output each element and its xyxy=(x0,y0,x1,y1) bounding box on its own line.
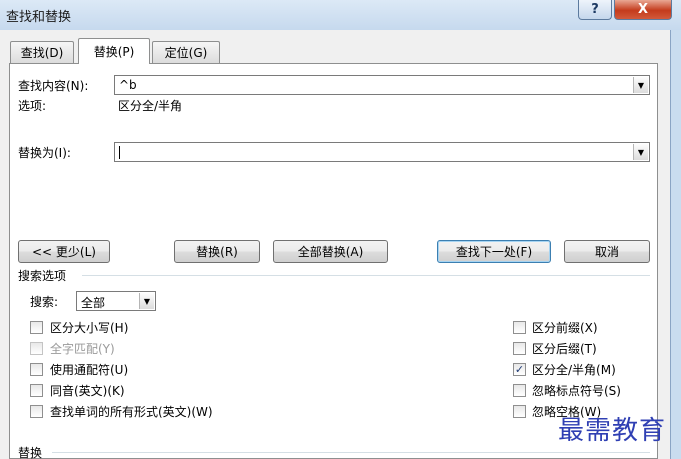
title-bar: 查找和替换 ? X xyxy=(0,0,681,30)
replace-panel: 查找内容(N): ^b ▼ 选项: 区分全/半角 替换为(I): ▼ << 更少… xyxy=(9,63,658,459)
replace-label: 替换为(I): xyxy=(18,146,71,160)
whole-word-label: 全字匹配(Y) xyxy=(50,342,115,356)
match-case-label: 区分大小写(H) xyxy=(50,321,129,335)
options-value: 区分全/半角 xyxy=(118,99,183,113)
search-direction-value: 全部 xyxy=(81,296,106,310)
find-next-button[interactable]: 查找下一处(F) xyxy=(437,240,551,263)
find-label: 查找内容(N): xyxy=(18,79,89,93)
find-value: ^b xyxy=(119,78,137,92)
match-width-checkbox[interactable]: ✓ xyxy=(513,363,526,376)
replace-all-button[interactable]: 全部替换(A) xyxy=(273,240,388,263)
find-dropdown-arrow-icon[interactable]: ▼ xyxy=(633,77,648,93)
replace-dropdown-arrow-icon[interactable]: ▼ xyxy=(633,144,648,160)
match-suffix-checkbox[interactable] xyxy=(513,342,526,355)
help-button[interactable]: ? xyxy=(578,0,612,20)
match-prefix-checkbox[interactable] xyxy=(513,321,526,334)
options-label: 选项: xyxy=(18,99,47,113)
wildcards-label: 使用通配符(U) xyxy=(50,363,129,377)
cancel-button[interactable]: 取消 xyxy=(564,240,650,263)
watermark-logo: 最需教育 xyxy=(558,416,667,446)
tab-replace[interactable]: 替换(P) xyxy=(78,38,150,64)
wildcards-checkbox[interactable] xyxy=(30,363,43,376)
replace-button[interactable]: 替换(R) xyxy=(174,240,260,263)
match-case-checkbox[interactable] xyxy=(30,321,43,334)
search-label: 搜索: xyxy=(30,295,59,309)
search-options-divider xyxy=(82,275,650,276)
search-direction-select[interactable]: 全部 ▼ xyxy=(76,291,156,311)
close-icon: X xyxy=(637,2,649,17)
match-suffix-label: 区分后缀(T) xyxy=(532,342,597,356)
tab-goto[interactable]: 定位(G) xyxy=(152,41,220,63)
tab-find[interactable]: 查找(D) xyxy=(10,41,74,63)
sounds-like-label: 同音(英文)(K) xyxy=(50,384,125,398)
find-combobox[interactable]: ^b ▼ xyxy=(114,75,650,95)
ignore-punctuation-checkbox[interactable] xyxy=(513,384,526,397)
whole-word-checkbox xyxy=(30,342,43,355)
text-caret xyxy=(119,146,120,159)
sounds-like-checkbox[interactable] xyxy=(30,384,43,397)
ignore-whitespace-checkbox[interactable] xyxy=(513,405,526,418)
dialog-body: 查找(D) 替换(P) 定位(G) 查找内容(N): ^b ▼ 选项: 区分全/… xyxy=(0,30,671,459)
all-word-forms-checkbox[interactable] xyxy=(30,405,43,418)
all-word-forms-label: 查找单词的所有形式(英文)(W) xyxy=(50,405,213,419)
window-title: 查找和替换 xyxy=(6,10,72,25)
help-icon: ? xyxy=(591,2,599,17)
match-prefix-label: 区分前缀(X) xyxy=(532,321,598,335)
search-dropdown-arrow-icon[interactable]: ▼ xyxy=(139,293,154,309)
replace-section-divider xyxy=(52,452,650,453)
replace-combobox[interactable]: ▼ xyxy=(114,142,650,162)
search-options-title: 搜索选项 xyxy=(18,269,67,283)
close-button[interactable]: X xyxy=(614,0,672,20)
replace-section-title: 替换 xyxy=(18,446,43,459)
less-button[interactable]: << 更少(L) xyxy=(18,240,110,263)
match-width-label: 区分全/半角(M) xyxy=(532,363,616,377)
ignore-punctuation-label: 忽略标点符号(S) xyxy=(532,384,621,398)
checkmark-icon: ✓ xyxy=(514,363,525,376)
